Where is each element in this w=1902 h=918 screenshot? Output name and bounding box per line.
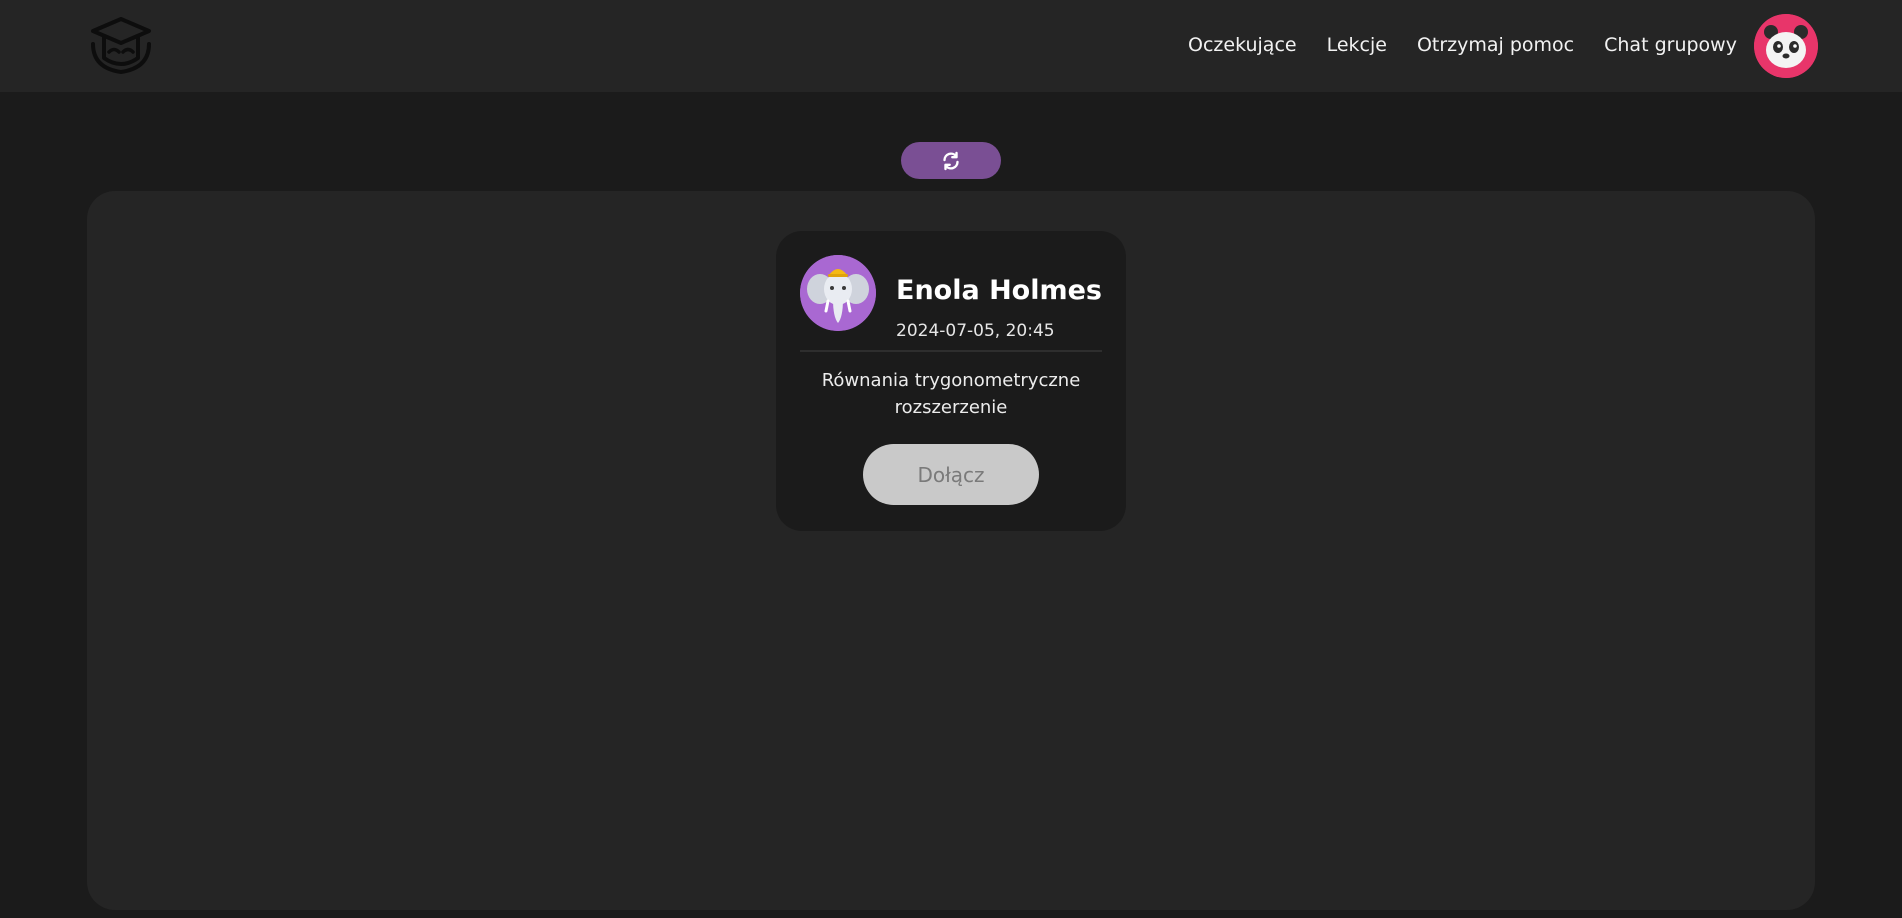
refresh-icon xyxy=(943,151,959,170)
main-nav: Oczekujące Lekcje Otrzymaj pomoc Chat gr… xyxy=(1188,34,1737,56)
nav-item-pending[interactable]: Oczekujące xyxy=(1188,34,1297,56)
nav-item-group-chat[interactable]: Chat grupowy xyxy=(1604,34,1737,56)
user-avatar[interactable] xyxy=(1754,14,1818,78)
panda-avatar-icon xyxy=(1754,14,1818,78)
lesson-datetime: 2024-07-05, 20:45 xyxy=(896,321,1055,341)
refresh-button[interactable] xyxy=(901,142,1001,179)
card-divider xyxy=(800,350,1102,352)
join-button[interactable]: Dołącz xyxy=(863,444,1039,505)
graduation-cap-logo-icon[interactable] xyxy=(88,14,154,78)
top-navbar: Oczekujące Lekcje Otrzymaj pomoc Chat gr… xyxy=(0,0,1902,92)
lesson-topic: Równania trygonometryczne rozszerzenie xyxy=(821,370,1081,418)
nav-item-get-help[interactable]: Otrzymaj pomoc xyxy=(1417,34,1574,56)
tutor-name: Enola Holmes xyxy=(896,275,1103,306)
tutor-avatar xyxy=(800,255,876,331)
nav-item-lessons[interactable]: Lekcje xyxy=(1327,34,1387,56)
lesson-card: Enola Holmes 2024-07-05, 20:45 Równania … xyxy=(776,231,1126,531)
elephant-avatar-icon xyxy=(800,255,876,331)
